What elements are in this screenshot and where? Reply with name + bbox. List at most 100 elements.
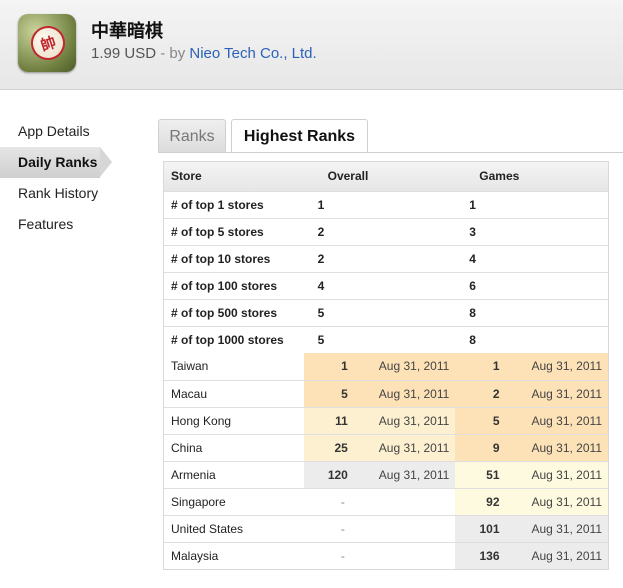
summary-games-spacer: [507, 299, 608, 327]
sidebar-item-app-details[interactable]: App Details: [0, 116, 118, 147]
summary-overall-count: 4: [303, 272, 356, 300]
header-games: Games: [455, 162, 608, 192]
summary-games-count: 3: [455, 218, 508, 246]
country-row: China 25 Aug 31, 2011 9 Aug 31, 2011: [164, 434, 608, 462]
overall-date: Aug 31, 2011: [355, 353, 456, 381]
store-name: Armenia: [164, 461, 304, 489]
summary-games-spacer: [507, 218, 608, 246]
summary-games-spacer: [507, 191, 608, 219]
store-name: United States: [164, 515, 304, 543]
tab-highest-ranks[interactable]: Highest Ranks: [231, 119, 368, 153]
games-date: Aug 31, 2011: [507, 380, 608, 408]
games-rank: 136: [455, 542, 508, 569]
sidebar-item-rank-history[interactable]: Rank History: [0, 178, 118, 209]
country-row: United States - 101 Aug 31, 2011: [164, 515, 608, 543]
summary-row: # of top 10 stores 2 4: [164, 245, 608, 273]
chess-piece-icon: 帥: [26, 21, 70, 65]
table-header-row: Store Overall Games: [164, 162, 608, 192]
summary-games-count: 1: [455, 191, 508, 219]
overall-date: Aug 31, 2011: [355, 434, 456, 462]
app-title: 中華暗棋: [91, 21, 163, 42]
summary-overall-spacer: [355, 218, 456, 246]
store-name: Malaysia: [171, 548, 219, 563]
overall-rank: 1: [303, 353, 356, 381]
summary-games-spacer: [508, 326, 608, 353]
games-rank: 1: [455, 353, 508, 381]
developer-link[interactable]: Nieo Tech Co., Ltd.: [189, 45, 316, 62]
summary-row: # of top 500 stores 5 8: [164, 299, 608, 327]
overall-rank: -: [303, 542, 356, 569]
summary-label: # of top 1000 stores: [171, 332, 284, 347]
summary-overall-spacer: [355, 191, 456, 219]
games-rank: 2: [455, 380, 508, 408]
summary-games-spacer: [507, 245, 608, 273]
games-date: Aug 31, 2011: [507, 407, 608, 435]
games-date: Aug 31, 2011: [507, 488, 608, 516]
summary-row: # of top 1000 stores 5 8: [164, 326, 608, 353]
overall-date: [355, 488, 456, 516]
games-rank: 92: [455, 488, 508, 516]
country-row: Armenia 120 Aug 31, 2011 51 Aug 31, 2011: [164, 461, 608, 489]
summary-label: # of top 100 stores: [164, 272, 304, 300]
store-name: Taiwan: [164, 353, 304, 381]
country-row: Macau 5 Aug 31, 2011 2 Aug 31, 2011: [164, 380, 608, 408]
summary-overall-spacer: [355, 299, 456, 327]
summary-overall-count: 1: [303, 191, 356, 219]
overall-rank: 5: [303, 380, 356, 408]
games-rank: 5: [455, 407, 508, 435]
app-subtitle: 1.99 USD - by Nieo Tech Co., Ltd.: [91, 45, 317, 62]
summary-overall-spacer: [355, 245, 456, 273]
games-rank: 9: [455, 434, 508, 462]
highest-ranks-table: Store Overall Games # of top 1 stores 1 1 #…: [163, 161, 609, 570]
tab-ranks[interactable]: Ranks: [158, 119, 226, 152]
sidebar-nav: App Details Daily Ranks Rank History Fea…: [0, 116, 118, 240]
summary-label: # of top 10 stores: [164, 245, 304, 273]
summary-overall-spacer: [355, 272, 456, 300]
games-date: Aug 31, 2011: [507, 542, 608, 569]
app-icon: 帥: [18, 14, 76, 72]
summary-games-count: 6: [455, 272, 508, 300]
tab-divider: [158, 152, 623, 153]
sidebar-item-daily-ranks[interactable]: Daily Ranks: [0, 147, 112, 178]
app-price: 1.99 USD: [91, 45, 157, 62]
overall-rank: 120: [303, 461, 356, 489]
summary-overall-count: 2: [303, 218, 356, 246]
overall-rank: 11: [303, 407, 356, 435]
summary-label: # of top 1 stores: [164, 191, 304, 219]
country-row: Hong Kong 11 Aug 31, 2011 5 Aug 31, 2011: [164, 407, 608, 435]
summary-overall-count: 2: [303, 245, 356, 273]
sidebar-item-features[interactable]: Features: [0, 209, 118, 240]
overall-date: [355, 515, 456, 543]
summary-games-count: 8: [455, 299, 508, 327]
store-name: Singapore: [164, 488, 304, 516]
store-name: China: [164, 434, 304, 462]
overall-rank: 25: [303, 434, 356, 462]
summary-label: # of top 500 stores: [164, 299, 304, 327]
summary-row: # of top 100 stores 4 6: [164, 272, 608, 300]
header-store: Store: [164, 162, 304, 192]
overall-date: Aug 31, 2011: [355, 461, 456, 489]
country-row: Singapore - 92 Aug 31, 2011: [164, 488, 608, 516]
summary-games-count: 4: [455, 245, 508, 273]
overall-date: [355, 542, 456, 569]
overall-date: Aug 31, 2011: [355, 380, 456, 408]
summary-games-spacer: [507, 272, 608, 300]
games-date: Aug 31, 2011: [507, 515, 608, 543]
store-name: Hong Kong: [164, 407, 304, 435]
header-overall: Overall: [303, 162, 456, 192]
overall-rank: -: [303, 515, 356, 543]
app-header: 帥 中華暗棋 1.99 USD - by Nieo Tech Co., Ltd.: [0, 0, 623, 90]
store-name: Macau: [164, 380, 304, 408]
overall-date: Aug 31, 2011: [355, 407, 456, 435]
summary-row: # of top 5 stores 2 3: [164, 218, 608, 246]
games-date: Aug 31, 2011: [507, 353, 608, 381]
summary-row: # of top 1 stores 1 1: [164, 191, 608, 219]
games-date: Aug 31, 2011: [507, 461, 608, 489]
overall-rank: -: [303, 488, 356, 516]
games-rank: 51: [455, 461, 508, 489]
by-label: - by: [156, 45, 190, 62]
summary-label: # of top 5 stores: [164, 218, 304, 246]
summary-overall-spacer: [356, 326, 455, 353]
country-row: Malaysia - 136 Aug 31, 2011: [164, 542, 608, 569]
summary-overall-count: 5: [303, 299, 356, 327]
